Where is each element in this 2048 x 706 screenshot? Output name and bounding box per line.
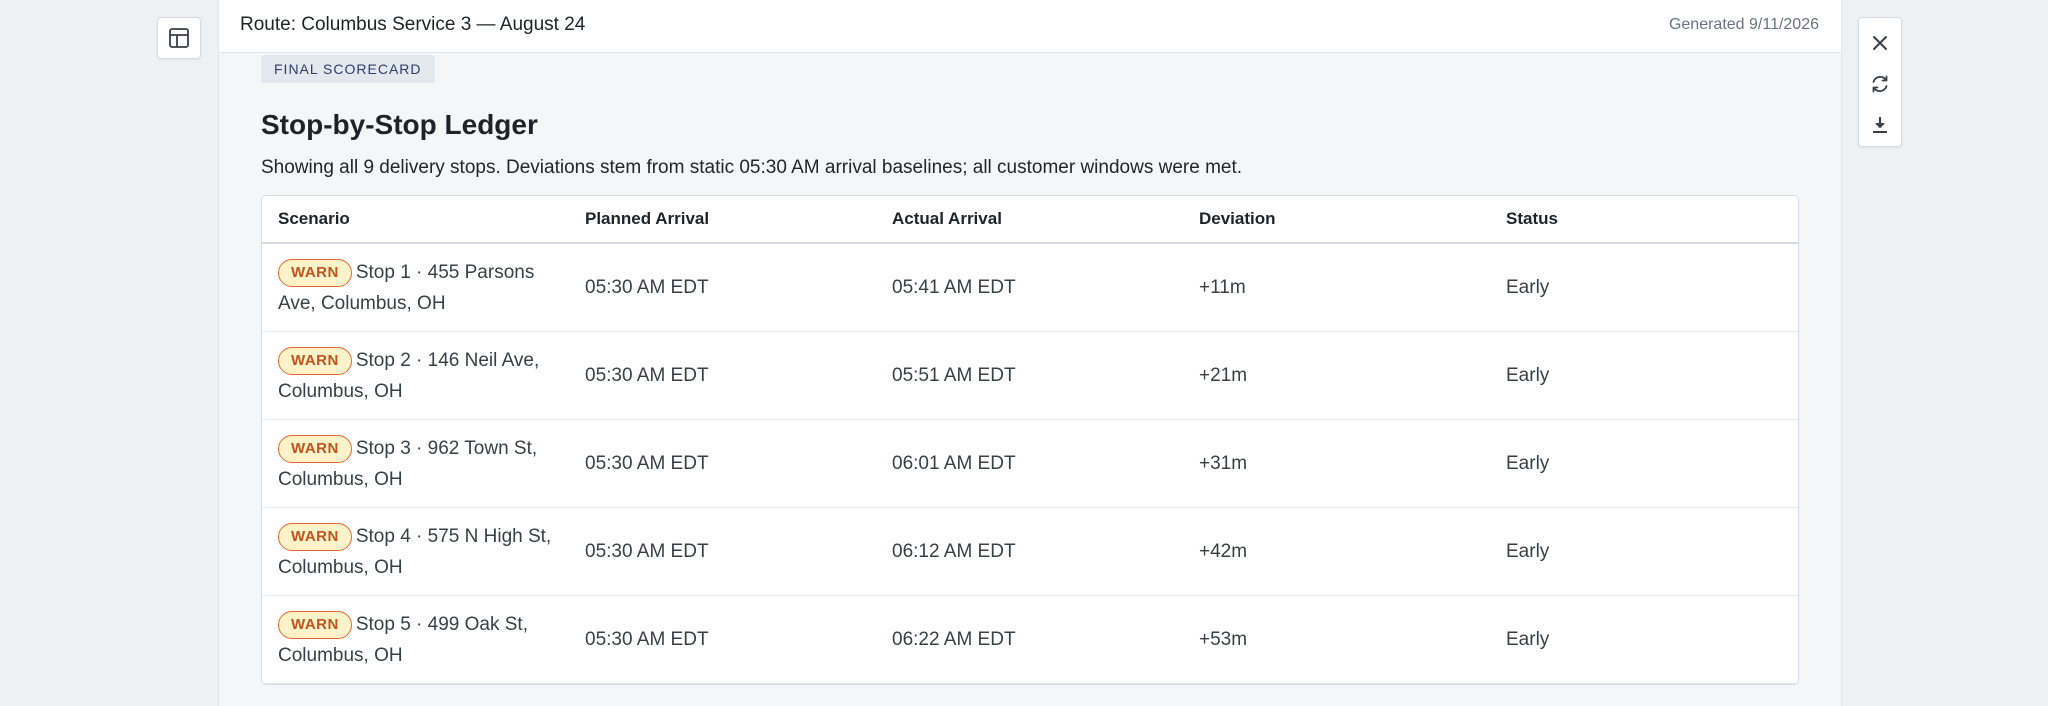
table-row[interactable]: WARN Stop 1 · 455 Parsons Ave, Columbus, … xyxy=(262,244,1798,332)
planned-arrival-cell: 05:30 AM EDT xyxy=(585,364,709,386)
status-cell: Early xyxy=(1506,452,1550,474)
table-header: Scenario Planned Arrival Actual Arrival … xyxy=(262,196,1798,244)
actual-arrival-cell: 06:22 AM EDT xyxy=(892,628,1016,650)
close-button[interactable] xyxy=(1860,22,1900,63)
status-cell: Early xyxy=(1506,540,1550,562)
actual-arrival-cell: 06:12 AM EDT xyxy=(892,540,1016,562)
report-header: Route: Columbus Service 3 — August 24 Ge… xyxy=(219,0,1841,53)
status-cell: Early xyxy=(1506,276,1550,298)
deviation-cell: +21m xyxy=(1199,364,1248,386)
table-row[interactable]: WARN Stop 3 · 962 Town St, Columbus, OH 0… xyxy=(262,420,1798,508)
scenario-cell: WARN Stop 2 · 146 Neil Ave, Columbus, OH xyxy=(262,345,569,407)
report-panel: Route: Columbus Service 3 — August 24 Ge… xyxy=(218,0,1842,706)
scenario-cell: WARN Stop 5 · 499 Oak St, Columbus, OH xyxy=(262,609,569,671)
refresh-icon xyxy=(1872,75,1888,93)
scenario-cell: WARN Stop 1 · 455 Parsons Ave, Columbus, … xyxy=(262,257,569,319)
status-cell: Early xyxy=(1506,364,1550,386)
warn-badge: WARN xyxy=(278,522,352,551)
planned-arrival-cell: 05:30 AM EDT xyxy=(585,628,709,650)
deviation-cell: +11m xyxy=(1199,276,1246,298)
layout-panel-icon xyxy=(169,28,189,48)
scenario-cell: WARN Stop 4 · 575 N High St, Columbus, OH xyxy=(262,521,569,583)
warn-badge: WARN xyxy=(278,434,352,463)
report-content: FINAL SCORECARD Stop-by-Stop Ledger Show… xyxy=(219,53,1841,685)
report-subtitle: Showing all 9 delivery stops. Deviations… xyxy=(261,157,1243,178)
download-icon xyxy=(1873,117,1887,134)
actual-arrival-cell: 05:51 AM EDT xyxy=(892,364,1016,386)
warn-badge: WARN xyxy=(278,346,352,375)
scorecard-badge: FINAL SCORECARD xyxy=(261,55,435,83)
column-header-planned-arrival[interactable]: Planned Arrival xyxy=(569,209,876,229)
panel-toolbar xyxy=(1858,17,1902,147)
table-row[interactable]: WARN Stop 2 · 146 Neil Ave, Columbus, OH … xyxy=(262,332,1798,420)
actual-arrival-cell: 06:01 AM EDT xyxy=(892,452,1016,474)
status-cell: Early xyxy=(1506,628,1550,650)
generated-date: Generated 9/11/2026 xyxy=(1668,16,1819,33)
column-header-actual-arrival[interactable]: Actual Arrival xyxy=(876,209,1183,229)
refresh-button[interactable] xyxy=(1860,63,1900,104)
warn-badge: WARN xyxy=(278,610,352,639)
column-header-deviation[interactable]: Deviation xyxy=(1183,209,1490,229)
column-header-status[interactable]: Status xyxy=(1490,209,1797,229)
ledger-table: Scenario Planned Arrival Actual Arrival … xyxy=(261,195,1799,685)
table-row[interactable]: WARN Stop 4 · 575 N High St, Columbus, OH… xyxy=(262,508,1798,596)
close-icon xyxy=(1873,35,1887,50)
actual-arrival-cell: 05:41 AM EDT xyxy=(892,276,1016,298)
warn-badge: WARN xyxy=(278,258,352,287)
planned-arrival-cell: 05:30 AM EDT xyxy=(585,452,709,474)
table-row[interactable]: WARN Stop 5 · 499 Oak St, Columbus, OH 05… xyxy=(262,596,1798,684)
planned-arrival-cell: 05:30 AM EDT xyxy=(585,540,709,562)
deviation-cell: +42m xyxy=(1199,540,1248,562)
page-title: Stop-by-Stop Ledger xyxy=(261,109,538,140)
deviation-cell: +31m xyxy=(1199,452,1248,474)
sidebar-toggle-button[interactable] xyxy=(157,17,201,59)
route-title: Route: Columbus Service 3 — August 24 xyxy=(240,14,586,35)
download-button[interactable] xyxy=(1860,105,1900,146)
scenario-cell: WARN Stop 3 · 962 Town St, Columbus, OH xyxy=(262,433,569,495)
deviation-cell: +53m xyxy=(1199,628,1248,650)
column-header-scenario[interactable]: Scenario xyxy=(262,209,569,229)
planned-arrival-cell: 05:30 AM EDT xyxy=(585,276,709,298)
